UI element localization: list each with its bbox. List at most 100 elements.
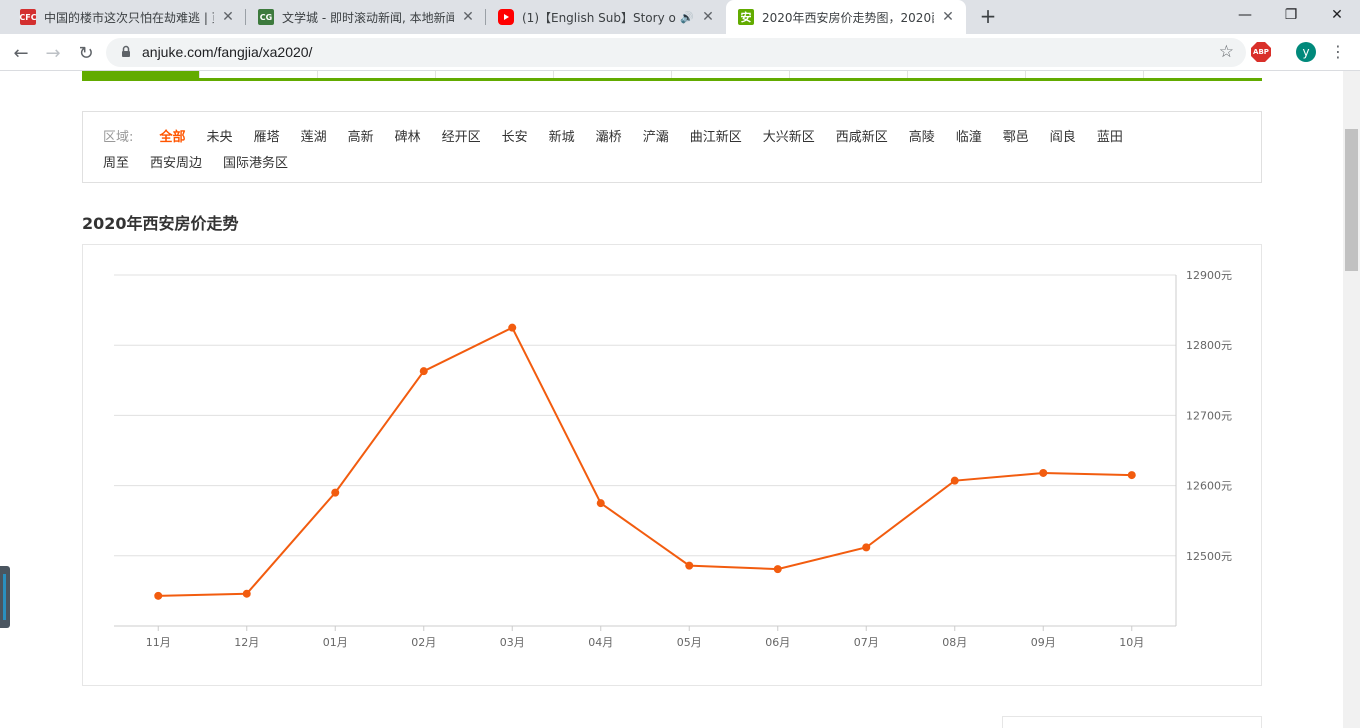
x-tick-label: 11月 [146, 636, 171, 649]
x-tick-label: 04月 [588, 636, 613, 649]
browser-tab-4[interactable]: 安 2020年西安房价走势图，2020西 ✕ [726, 0, 966, 34]
filter-item-16[interactable]: 临潼 [956, 130, 982, 145]
filter-item-3[interactable]: 雁塔 [254, 130, 280, 145]
nav-tab[interactable] [436, 71, 554, 78]
x-tick-label: 01月 [323, 636, 348, 649]
minimize-button[interactable]: — [1222, 0, 1268, 30]
x-tick-label: 05月 [677, 636, 702, 649]
browser-tab-2[interactable]: CG 文学城 - 即时滚动新闻, 本地新闻 ✕ [246, 0, 486, 34]
filter-item-1[interactable]: 全部 [160, 130, 186, 145]
filter-item-5[interactable]: 高新 [348, 130, 374, 145]
y-tick-label: 12900元 [1186, 269, 1232, 282]
y-tick-label: 12800元 [1186, 339, 1232, 352]
new-tab-button[interactable]: + [976, 5, 1000, 29]
address-bar[interactable]: anjuke.com/fangjia/xa2020/ ☆ [106, 38, 1246, 67]
filter-item-3[interactable]: 国际港务区 [223, 156, 288, 171]
reload-button[interactable]: ↻ [72, 39, 100, 67]
close-window-button[interactable]: ✕ [1314, 0, 1360, 30]
x-tick-label: 08月 [942, 636, 967, 649]
filter-item-13[interactable]: 大兴新区 [763, 130, 815, 145]
filter-item-8[interactable]: 长安 [502, 130, 528, 145]
back-button[interactable]: ← [7, 39, 35, 67]
filter-label: 区域: [103, 130, 134, 145]
y-tick-label: 12600元 [1186, 480, 1232, 493]
tab-title: 文学城 - 即时滚动新闻, 本地新闻 [282, 10, 454, 25]
lock-icon [122, 45, 130, 57]
close-tab-icon[interactable]: ✕ [700, 9, 716, 25]
data-point [154, 591, 163, 600]
filter-item-14[interactable]: 西咸新区 [836, 130, 888, 145]
nav-tab[interactable] [554, 71, 672, 78]
anjuke-icon: 安 [738, 9, 754, 25]
district-filter: 区域: 全部 未央 雁塔 莲湖 高新 碑林 经开区 长安 新城 灞桥 浐灞 曲江新区 大兴新区 西咸新区 高… [82, 111, 1262, 183]
url-text: anjuke.com/fangjia/xa2020/ [142, 44, 313, 60]
x-tick-label: 10月 [1119, 636, 1144, 649]
profile-avatar[interactable]: y [1296, 42, 1316, 62]
filter-item-15[interactable]: 高陵 [909, 130, 935, 145]
filter-item-4[interactable]: 莲湖 [301, 130, 327, 145]
price-trend-chart: 12500元 12600元 12700元 12800元 12900元 11月 12月 01月 0… [82, 244, 1262, 686]
data-point [331, 488, 340, 497]
filter-item-12[interactable]: 曲江新区 [690, 130, 742, 145]
nav-tab-active[interactable] [82, 71, 200, 78]
filter-item-18[interactable]: 阎良 [1050, 130, 1076, 145]
filter-item-9[interactable]: 新城 [549, 130, 575, 145]
scrollbar-thumb[interactable] [1345, 129, 1358, 271]
x-tick-label: 12月 [234, 636, 259, 649]
filter-item-6[interactable]: 碑林 [395, 130, 421, 145]
side-widget[interactable] [0, 566, 10, 628]
data-point [1127, 471, 1136, 480]
x-tick-label: 03月 [500, 636, 525, 649]
filter-item-19[interactable]: 蓝田 [1097, 130, 1123, 145]
adblock-icon[interactable]: ABP [1251, 42, 1271, 62]
browser-menu-icon[interactable]: ⋮ [1330, 42, 1346, 62]
filter-item-17[interactable]: 鄠邑 [1003, 130, 1029, 145]
browser-tab-1[interactable]: CFC 中国的楼市这次只怕在劫难逃 | 页 ✕ [8, 0, 246, 34]
data-point [596, 499, 605, 508]
tab-title: (1)【English Sub】Story of Yan [522, 10, 676, 25]
data-point [862, 543, 871, 552]
bookmark-star-icon[interactable]: ☆ [1219, 42, 1234, 62]
nav-tab[interactable] [908, 71, 1026, 78]
data-point [685, 561, 694, 570]
line-chart-svg: 12500元 12600元 12700元 12800元 12900元 11月 12月 01月 0… [114, 269, 1232, 649]
tab-title: 中国的楼市这次只怕在劫难逃 | 页 [44, 10, 214, 25]
y-tick-label: 12700元 [1186, 409, 1232, 422]
filter-item-10[interactable]: 灞桥 [596, 130, 622, 145]
tab-title: 2020年西安房价走势图，2020西 [762, 10, 934, 25]
x-tick-label: 07月 [854, 636, 879, 649]
filter-item-1[interactable]: 周至 [103, 156, 129, 171]
restore-button[interactable]: ❐ [1268, 0, 1314, 30]
nav-tab[interactable] [672, 71, 790, 78]
close-tab-icon[interactable]: ✕ [460, 9, 476, 25]
x-tick-label: 02月 [411, 636, 436, 649]
data-point [242, 589, 251, 598]
page-title: 2020年西安房价走势 [82, 214, 239, 233]
filter-item-2[interactable]: 西安周边 [150, 156, 202, 171]
filter-item-11[interactable]: 浐灞 [643, 130, 669, 145]
nav-tab[interactable] [1026, 71, 1144, 78]
nav-tab[interactable] [200, 71, 318, 78]
y-tick-label: 12500元 [1186, 550, 1232, 563]
data-point [508, 323, 517, 332]
wxc-icon: CG [258, 9, 274, 25]
speaker-icon[interactable]: 🔊 [680, 11, 694, 24]
data-point [773, 565, 782, 574]
browser-toolbar: ← → ↻ anjuke.com/fangjia/xa2020/ ☆ [0, 34, 1360, 71]
forward-button[interactable]: → [39, 39, 67, 67]
close-tab-icon[interactable]: ✕ [220, 9, 236, 25]
youtube-icon [498, 9, 514, 25]
browser-tab-3[interactable]: (1)【English Sub】Story of Yan 🔊 ✕ [486, 0, 726, 34]
filter-item-2[interactable]: 未央 [207, 130, 233, 145]
filter-item-7[interactable]: 经开区 [442, 130, 481, 145]
close-tab-icon[interactable]: ✕ [940, 9, 956, 25]
page-scrollbar[interactable] [1343, 71, 1360, 728]
tab-strip: CFC 中国的楼市这次只怕在劫难逃 | 页 ✕ CG 文学城 - 即时滚动新闻,… [0, 0, 1360, 34]
nav-tab[interactable] [1144, 71, 1262, 78]
x-tick-label: 09月 [1031, 636, 1056, 649]
nav-tab[interactable] [790, 71, 908, 78]
nav-tab[interactable] [318, 71, 436, 78]
page-viewport: 区域: 全部 未央 雁塔 莲湖 高新 碑林 经开区 长安 新城 灞桥 浐灞 曲江新区 大兴新区 西咸新区 高… [0, 71, 1343, 728]
filter-row-1: 区域: 全部 未央 雁塔 莲湖 高新 碑林 经开区 长安 新城 灞桥 浐灞 曲江新区 大兴新区 西咸新区 高… [103, 126, 1144, 145]
x-tick-label: 06月 [765, 636, 790, 649]
